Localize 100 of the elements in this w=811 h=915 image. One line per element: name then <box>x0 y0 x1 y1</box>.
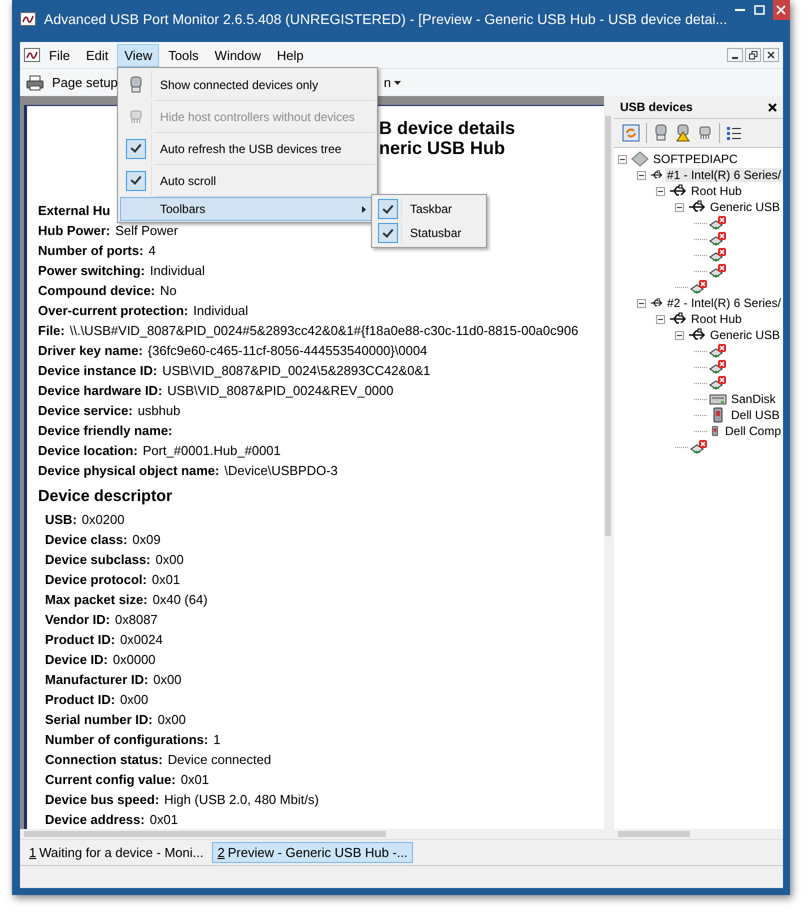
minimize-icon <box>735 9 746 11</box>
collapse-toggle[interactable] <box>656 186 665 196</box>
property-line: Current config value: 0x01 <box>45 771 209 789</box>
minimize-button[interactable] <box>727 48 743 62</box>
usb-device-icon <box>129 76 143 94</box>
menu-option[interactable]: Statusbar <box>374 221 484 245</box>
list-icon[interactable] <box>726 125 742 141</box>
close-button[interactable] <box>772 0 790 20</box>
usb-plug-icon <box>688 327 706 343</box>
tree-item[interactable]: SanDisk <box>729 392 778 406</box>
app-icon <box>20 12 36 26</box>
collapse-toggle[interactable] <box>637 298 646 308</box>
port-error-icon <box>709 247 727 263</box>
close-icon <box>776 5 786 15</box>
property-line: External Hu <box>38 202 112 220</box>
tree-item[interactable]: #1 - Intel(R) 6 Series/ <box>664 168 783 182</box>
collapse-toggle[interactable] <box>675 202 684 212</box>
restore-icon <box>748 50 758 60</box>
tree-item[interactable]: Dell Comp <box>722 424 783 438</box>
submenu-arrow-icon <box>362 206 366 212</box>
maximize-icon <box>754 5 765 15</box>
tree-item[interactable]: Generic USB <box>708 200 782 214</box>
tree-item[interactable]: Root Hub <box>689 312 744 326</box>
diamond-icon <box>631 151 649 167</box>
checkbox[interactable] <box>378 223 398 243</box>
property-line: Product ID: 0x0024 <box>45 631 163 649</box>
port-error-icon <box>709 343 727 359</box>
property-line: Manufacturer ID: 0x00 <box>45 671 182 689</box>
panel-title: USB devices <box>620 100 693 114</box>
checkbox[interactable] <box>378 199 398 219</box>
close-button[interactable] <box>768 102 777 112</box>
document-heading: neric USB Hub <box>379 138 506 158</box>
property-line: Number of configurations: 1 <box>45 731 220 749</box>
property-line: Device class: 0x09 <box>45 531 161 549</box>
checkbox[interactable] <box>126 170 146 190</box>
tree-item[interactable]: Root Hub <box>689 184 744 198</box>
menu-item[interactable]: Tools <box>161 44 206 66</box>
usb-plug-icon <box>688 199 706 215</box>
port-error-icon <box>690 439 708 455</box>
warning-device-icon[interactable] <box>675 124 691 142</box>
property-line: Vendor ID: 0x8087 <box>45 611 158 629</box>
menu-item[interactable]: Help <box>270 44 311 66</box>
refresh-icon[interactable] <box>622 124 640 142</box>
property-line: Device bus speed: High (USB 2.0, 480 Mbit/s) <box>45 791 319 809</box>
port-error-icon <box>690 279 708 295</box>
menu-option[interactable]: Show connected devices only <box>120 69 375 100</box>
property-line: Device address: 0x01 <box>45 811 178 829</box>
window-tab[interactable]: 2 Preview - Generic USB Hub -... <box>212 842 413 863</box>
document-heading: B device details <box>379 118 516 138</box>
property-line: Driver key name: {36fc9e60-c465-11cf-8056-444553540000}\0004 <box>38 342 428 360</box>
menu-option[interactable]: Auto scroll <box>120 165 375 196</box>
usb-plug-icon <box>669 311 687 327</box>
property-line: Device ID: 0x0000 <box>45 651 156 669</box>
toolbar-button[interactable]: Page setup <box>48 73 122 92</box>
menu-item[interactable]: View <box>117 44 160 66</box>
property-line: Device location: Port_#0001.Hub_#0001 <box>38 442 281 460</box>
property-line: Device subclass: 0x00 <box>45 551 184 569</box>
property-line: Over-current protection: Individual <box>38 302 248 320</box>
usb-device-icon[interactable] <box>653 124 669 142</box>
app-icon <box>24 48 40 62</box>
menu-option[interactable]: Taskbar <box>374 197 484 221</box>
menu-option[interactable]: Auto refresh the USB devices tree <box>120 133 375 164</box>
close-icon <box>767 51 775 59</box>
property-line: Device protocol: 0x01 <box>45 571 180 589</box>
menu-item[interactable]: Window <box>208 44 268 66</box>
usb-plug-icon <box>669 183 687 199</box>
collapse-toggle[interactable] <box>656 314 665 324</box>
property-line: Power switching: Individual <box>38 262 205 280</box>
restore-button[interactable] <box>745 48 761 62</box>
collapse-toggle[interactable] <box>637 170 646 180</box>
menu-item[interactable]: File <box>42 44 77 66</box>
toolbar-button[interactable]: n <box>380 73 406 92</box>
chip-icon <box>128 108 144 124</box>
tree-item[interactable]: #2 - Intel(R) 6 Series/ <box>664 296 783 310</box>
tree-item[interactable]: Dell USB <box>729 408 782 422</box>
property-line: Device instance ID: USB\VID_8087&PID_0024\5&2893CC42&0&1 <box>38 362 430 380</box>
printer-icon <box>26 74 44 90</box>
port-error-icon <box>709 215 727 231</box>
property-line: File: \\.\USB#VID_8087&PID_0024#5&2893cc42&0&1#{f18a0e88-c30c-11d0-8815-00a0c906 <box>38 322 578 340</box>
property-line: Device physical object name: \Device\USBPDO-3 <box>38 462 338 480</box>
menu-item[interactable]: Edit <box>78 44 116 66</box>
tree-item[interactable]: SOFTPEDIAPC <box>651 152 740 166</box>
port-error-icon <box>709 359 727 375</box>
window-tab[interactable]: 1 Waiting for a device - Moni... <box>24 842 208 863</box>
port-error-icon <box>709 231 727 247</box>
port-error-icon <box>709 263 727 279</box>
tree-item[interactable]: Generic USB <box>708 328 782 342</box>
close-button[interactable] <box>763 48 779 62</box>
property-line: Device hardware ID: USB\VID_8087&PID_0024&REV_0000 <box>38 382 394 400</box>
section-title: Device descriptor <box>38 487 172 507</box>
checkbox[interactable] <box>126 138 146 158</box>
property-line: Product ID: 0x00 <box>45 691 148 709</box>
property-line: Connection status: Device connected <box>45 751 272 769</box>
port-error-icon <box>709 375 727 391</box>
property-line: Serial number ID: 0x00 <box>45 711 186 729</box>
property-line: Max packet size: 0x40 (64) <box>45 591 208 609</box>
property-line: Number of ports: 4 <box>38 242 156 260</box>
collapse-toggle[interactable] <box>618 154 627 164</box>
property-line: USB: 0x0200 <box>45 511 124 529</box>
collapse-toggle[interactable] <box>675 330 684 340</box>
